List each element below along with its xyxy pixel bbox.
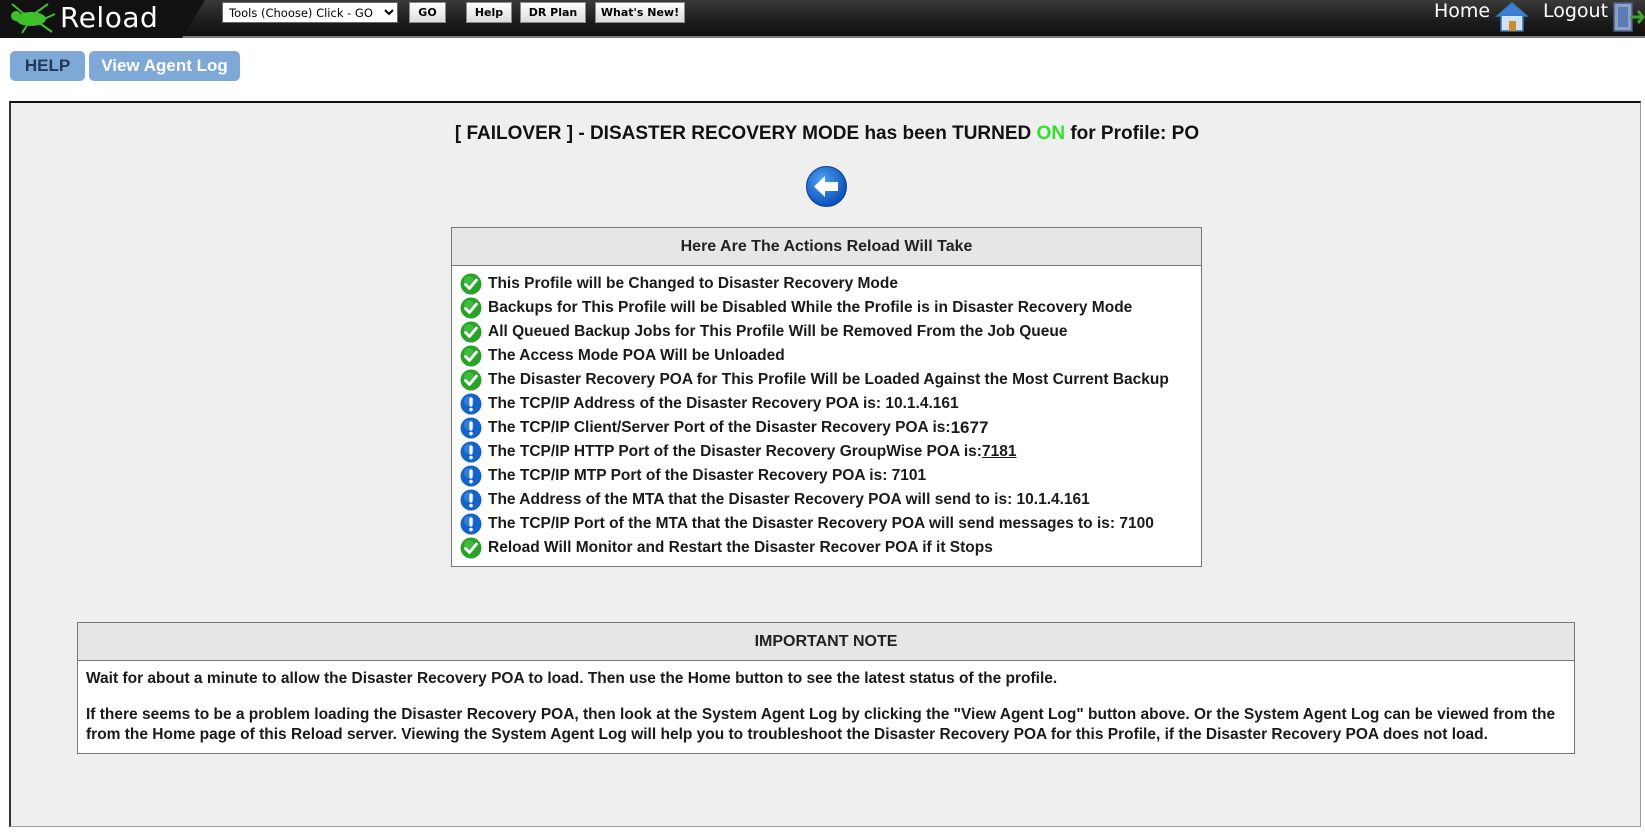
check-icon	[460, 345, 482, 367]
action-text: The TCP/IP Address of the Disaster Recov…	[488, 395, 959, 412]
logout-link[interactable]: Logout	[1543, 0, 1608, 22]
home-link[interactable]: Home	[1434, 0, 1490, 22]
action-text: This Profile will be Changed to Disaster…	[488, 275, 898, 292]
http-port-link[interactable]: 7181	[982, 443, 1016, 461]
title-prefix: [ FAILOVER ] - DISASTER RECOVERY MODE ha…	[454, 123, 1037, 144]
check-icon	[460, 369, 482, 391]
home-icon[interactable]	[1495, 1, 1529, 33]
action-item: Reload Will Monitor and Restart the Disa…	[460, 536, 1201, 560]
action-item: The Access Mode POA Will be Unloaded	[460, 344, 1201, 368]
check-icon	[460, 297, 482, 319]
check-icon	[460, 537, 482, 559]
action-item: Backups for This Profile will be Disable…	[460, 296, 1201, 320]
action-item: The TCP/IP Address of the Disaster Recov…	[460, 392, 1201, 416]
tools-select[interactable]: Tools (Choose) Click - GO	[222, 2, 398, 23]
action-text: The TCP/IP HTTP Port of the Disaster Rec…	[488, 443, 982, 460]
note-paragraph: Wait for about a minute to allow the Dis…	[86, 670, 1058, 687]
help-button[interactable]: Help	[466, 2, 512, 23]
info-icon	[460, 465, 482, 487]
note-paragraph: If there seems to be a problem loading t…	[86, 706, 1556, 743]
note-body: Wait for about a minute to allow the Dis…	[78, 661, 1574, 753]
port-value: 1677	[950, 418, 989, 437]
action-text: The Access Mode POA Will be Unloaded	[488, 347, 785, 364]
view-agent-log-button[interactable]: View Agent Log	[89, 51, 240, 81]
actions-table: Here Are The Actions Reload Will Take Th…	[451, 227, 1202, 567]
action-text: Backups for This Profile will be Disable…	[488, 299, 1133, 316]
note-heading: IMPORTANT NOTE	[78, 623, 1574, 661]
action-text: All Queued Backup Jobs for This Profile …	[488, 323, 1068, 340]
main-panel: [ FAILOVER ] - DISASTER RECOVERY MODE ha…	[9, 101, 1641, 827]
actions-list: This Profile will be Changed to Disaster…	[452, 266, 1201, 566]
action-text: The Disaster Recovery POA for This Profi…	[488, 371, 1169, 388]
top-bar: Reload Tools (Choose) Click - GO GO Help…	[0, 0, 1645, 38]
back-arrow-icon[interactable]	[805, 165, 848, 208]
action-text: The TCP/IP Port of the MTA that the Disa…	[488, 515, 1154, 532]
info-icon	[460, 441, 482, 463]
action-item: The TCP/IP Client/Server Port of the Dis…	[460, 416, 1201, 440]
page-title: [ FAILOVER ] - DISASTER RECOVERY MODE ha…	[11, 123, 1643, 145]
action-item: All Queued Backup Jobs for This Profile …	[460, 320, 1201, 344]
important-note: IMPORTANT NOTE Wait for about a minute t…	[77, 622, 1575, 754]
action-item: The Address of the MTA that the Disaster…	[460, 488, 1201, 512]
action-item: The TCP/IP HTTP Port of the Disaster Rec…	[460, 440, 1201, 464]
logo[interactable]: Reload	[0, 0, 205, 38]
info-icon	[460, 489, 482, 511]
go-button[interactable]: GO	[409, 2, 446, 23]
info-icon	[460, 513, 482, 535]
action-item: The Disaster Recovery POA for This Profi…	[460, 368, 1201, 392]
actions-heading: Here Are The Actions Reload Will Take	[452, 228, 1201, 266]
action-text: The Address of the MTA that the Disaster…	[488, 491, 1090, 508]
cricket-logo-icon	[11, 3, 56, 34]
check-icon	[460, 273, 482, 295]
check-icon	[460, 321, 482, 343]
action-item: The TCP/IP MTP Port of the Disaster Reco…	[460, 464, 1201, 488]
info-icon	[460, 393, 482, 415]
action-item: The TCP/IP Port of the MTA that the Disa…	[460, 512, 1201, 536]
info-icon	[460, 417, 482, 439]
action-text: The TCP/IP MTP Port of the Disaster Reco…	[488, 467, 927, 484]
whats-new-button[interactable]: What's New!	[595, 2, 685, 23]
action-text: Reload Will Monitor and Restart the Disa…	[488, 539, 993, 556]
action-item: This Profile will be Changed to Disaster…	[460, 272, 1201, 296]
dr-plan-button[interactable]: DR Plan	[520, 2, 586, 23]
title-suffix: for Profile: PO	[1065, 123, 1200, 144]
logout-icon[interactable]	[1612, 1, 1645, 33]
title-state: ON	[1036, 123, 1066, 144]
help-pill-button[interactable]: HELP	[10, 51, 85, 81]
app-name: Reload	[60, 1, 159, 34]
action-text: The TCP/IP Client/Server Port of the Dis…	[488, 419, 951, 436]
